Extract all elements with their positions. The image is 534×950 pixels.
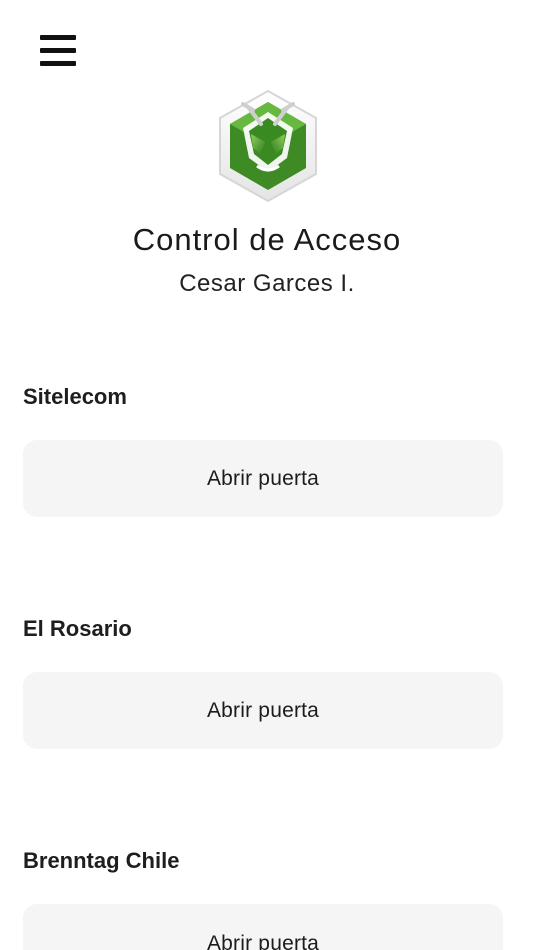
hamburger-menu-icon[interactable] (38, 33, 78, 69)
menu-bar (40, 61, 76, 66)
open-door-button-label: Abrir puerta (206, 932, 320, 950)
site-section-brenntag-chile: Brenntag Chile Abrir puerta (23, 848, 503, 950)
open-door-button[interactable]: Abrir puerta (23, 440, 503, 517)
ant-hexagon-logo-icon (213, 88, 323, 204)
page-title: Control de Acceso (132, 222, 402, 257)
open-door-button[interactable]: Abrir puerta (23, 904, 503, 950)
site-name: Brenntag Chile (23, 848, 180, 873)
menu-bar (40, 48, 76, 53)
site-section-sitelecom: Sitelecom Abrir puerta (23, 384, 503, 517)
open-door-button[interactable]: Abrir puerta (23, 672, 503, 749)
site-name: Sitelecom (23, 384, 127, 409)
site-name: El Rosario (23, 616, 132, 641)
menu-bar (40, 35, 76, 40)
site-section-el-rosario: El Rosario Abrir puerta (23, 616, 503, 749)
user-name: Cesar Garces I. (179, 270, 355, 297)
